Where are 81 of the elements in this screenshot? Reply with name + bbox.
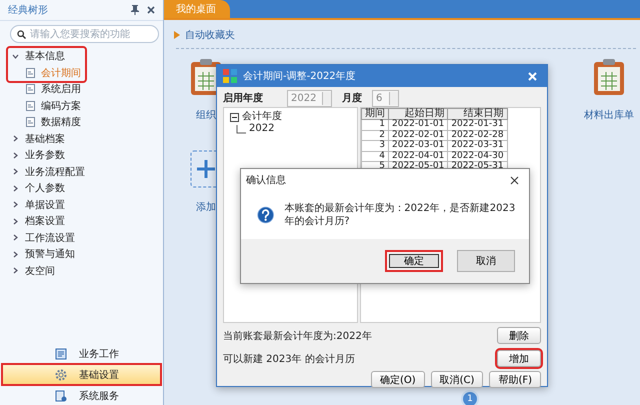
tree-item[interactable]: 系统启用 (8, 81, 163, 98)
close-icon[interactable] (510, 176, 519, 184)
tree-item[interactable]: 基本信息 (8, 48, 81, 64)
table-cell: 2022-01-31 (448, 120, 508, 130)
delete-button[interactable]: 删除 (497, 327, 541, 344)
tree-item[interactable]: 预警与通知 (8, 246, 75, 262)
tree-item[interactable]: 单据设置 (8, 196, 65, 213)
app-icon (223, 69, 237, 83)
chevron-icon[interactable] (12, 184, 19, 192)
tree-item[interactable]: 友空间 (8, 262, 55, 279)
triangle-icon (174, 31, 180, 39)
dialog-button[interactable]: 取消(C) (430, 371, 484, 388)
document-icon (26, 84, 35, 94)
close-icon[interactable] (147, 6, 155, 14)
tree-item[interactable]: 工作流设置 (8, 230, 75, 246)
question-icon (257, 204, 274, 226)
chevron-icon[interactable] (12, 52, 19, 60)
column-header: 期间 (362, 108, 388, 120)
table-cell: 2022-01-01 (388, 120, 448, 130)
document-icon (26, 117, 35, 128)
panel-title: 经典树形 (8, 4, 49, 17)
message-text: 本账套的最新会计年度为：2022年，是否新建2023年的会计月历? (284, 202, 516, 228)
dialog-title: 会计期间-调整-2022年度 (243, 70, 357, 83)
clipboard-icon[interactable] (593, 58, 625, 96)
table-cell: 2022-03-31 (448, 140, 508, 151)
table-cell: 3 (362, 140, 388, 151)
document-icon (26, 68, 35, 78)
tree-connector-line (236, 125, 246, 135)
chevron-icon[interactable] (12, 135, 19, 142)
dialog-title: 确认信息 (246, 174, 286, 187)
dialog-button[interactable]: 确定(O) (370, 371, 425, 388)
table-cell: 4 (362, 151, 388, 162)
table-cell: 2022-04-30 (448, 151, 508, 162)
pin-icon[interactable] (131, 5, 139, 15)
tree-item[interactable]: 数据精度 (8, 114, 163, 130)
tree-item[interactable]: 档案设置 (8, 213, 65, 230)
tree-item[interactable]: 基础档案 (8, 130, 65, 147)
tree-item[interactable]: 2022 (249, 123, 274, 135)
chevron-icon[interactable] (12, 250, 19, 258)
tree-item[interactable]: 个人参数 (8, 180, 65, 196)
dialog-button[interactable]: 确定 (385, 250, 443, 272)
nav-item[interactable]: 基础设置 (3, 365, 160, 384)
search-icon (17, 30, 26, 38)
table-cell: 2022-02-01 (388, 130, 448, 140)
status-text: 可以新建 2023年 的会计月历 (223, 352, 355, 366)
tree-item[interactable]: 业务参数 (8, 147, 65, 164)
field-label: 月度 (342, 91, 362, 105)
status-text: 当前账套最新会计年度为:2022年 (223, 330, 372, 342)
search-field[interactable]: 请输入您要搜索的功能 (10, 25, 159, 43)
chevron-icon[interactable] (12, 201, 19, 208)
chevron-icon[interactable] (12, 234, 19, 242)
table-cell: 2022-02-28 (448, 130, 508, 140)
chevron-icon[interactable] (12, 218, 19, 225)
column-header: 结束日期 (448, 108, 508, 120)
table-cell: 2022-04-01 (388, 151, 448, 162)
table-cell: 1 (362, 120, 388, 130)
nav-item[interactable]: 系统服务 (3, 386, 160, 405)
nav-item[interactable]: 业务工作 (3, 344, 160, 363)
table-cell: 2022-03-01 (388, 140, 448, 151)
tree-item[interactable]: 编码方案 (8, 98, 163, 114)
table-cell: 2 (362, 130, 388, 140)
dialog-button[interactable]: 取消 (457, 250, 515, 272)
shortcut-label[interactable]: 添加 (196, 200, 216, 214)
favorites-label[interactable]: 自动收藏夹 (185, 28, 235, 42)
shortcut-label[interactable]: 组织 (196, 108, 216, 122)
chevron-icon[interactable] (12, 152, 19, 159)
page-dot[interactable]: 1 (461, 390, 479, 405)
add-button[interactable]: 增加 (497, 350, 541, 367)
column-header: 起始日期 (388, 108, 448, 120)
dialog-button[interactable]: 帮助(F) (489, 371, 541, 388)
tree-item[interactable]: 业务流程配置 (8, 164, 85, 180)
tree-item[interactable]: 会计年度 (242, 111, 282, 123)
document-icon (26, 100, 35, 111)
chevron-icon[interactable] (12, 168, 19, 176)
chevron-icon[interactable] (12, 267, 19, 274)
shortcut-label[interactable]: 材料出库单 (584, 108, 634, 122)
field-label: 启用年度 (223, 91, 263, 105)
settings-icon (55, 368, 67, 380)
workbook-icon (55, 348, 67, 360)
collapse-icon[interactable] (230, 112, 239, 122)
document-gear-icon (55, 390, 67, 402)
